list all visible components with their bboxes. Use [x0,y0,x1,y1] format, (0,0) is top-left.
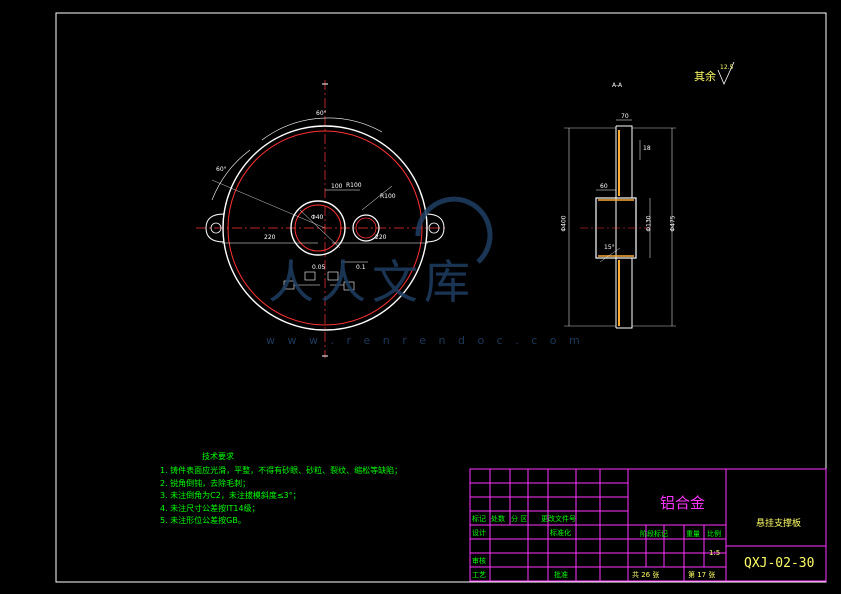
tb-label-zone: 分 区 [511,515,528,523]
material-label: 铝合金 [660,494,706,512]
roughness-value: 12.5 [720,64,734,71]
section-label: A-A [612,82,623,89]
tb-sheet-no: 第 17 张 [688,571,716,579]
angle-leader-left [211,179,326,229]
dim-angle-top: 60° [316,110,327,117]
dim-sec-right: Φ475 [669,215,677,232]
note-item: 4. 未注尺寸公差按IT14级； [160,503,260,513]
dim-hole: Φ40 [311,214,324,221]
tb-label-approve: 批准 [554,571,568,579]
tb-label-std: 标准化 [550,529,571,537]
note-item: 1. 铸件表面应光滑，平整，不得有砂眼、砂粒、裂纹、缩松等缺陷； [160,466,403,475]
tb-label-design: 设计 [472,529,486,537]
tb-label-mark: 标记 [472,515,486,523]
tb-label-process: 工艺 [472,571,486,579]
part-name: 悬挂支撑板 [756,519,802,529]
dim-100: 100 [331,183,343,190]
watermark-text: 人人文库 [268,255,476,309]
tb-scale-value: 1:5 [709,549,721,557]
watermark-url: w w w . r e n r e n d o c . c o m [266,334,585,347]
note-item: 3. 未注倒角为C2，未注拔模斜度≤3°； [160,491,301,500]
tb-label-review: 审核 [472,557,486,565]
dim-sec-outer: Φ400 [560,215,568,232]
dim-sec-15: 15° [604,244,615,251]
dim-sec-70: 70 [621,113,629,120]
tb-total-sheets: 共 26 张 [632,571,660,579]
tb-label-weight: 重量 [686,530,700,538]
drawing-number: QXJ-02-30 [744,556,815,571]
notes-list: 1. 铸件表面应光滑，平整，不得有砂眼、砂粒、裂纹、缩松等缺陷； 2. 锐角倒钝… [160,465,402,528]
dim-sec-hub: Φ130 [645,215,653,232]
note-item: 2. 锐角倒钝，去除毛刺； [160,478,251,488]
dim-sec-18: 18 [643,145,651,152]
tb-label-change: 更改文件号 [541,515,576,523]
section-view [564,61,735,329]
dim-r-small: R100 [346,182,362,189]
tb-label-count: 处数 [491,515,505,523]
roughness-label: 其余 [694,70,716,83]
notes-title: 技术要求 [202,452,234,461]
tb-label-stage: 阶段标记 [640,530,668,538]
tb-label-scale: 比例 [707,530,721,538]
dim-angle-left: 60° [216,166,227,173]
dim-left-220: 220 [264,234,276,241]
drawing-canvas: 60° 60° 100 R100 Φ40 220 220 R100 70 18 … [0,0,841,594]
dim-right-220: 220 [375,234,387,241]
dim-sec-60: 60 [600,183,608,190]
dim-r100: R100 [380,193,396,200]
note-item: 5. 未注形位公差按GB。 [160,516,246,525]
